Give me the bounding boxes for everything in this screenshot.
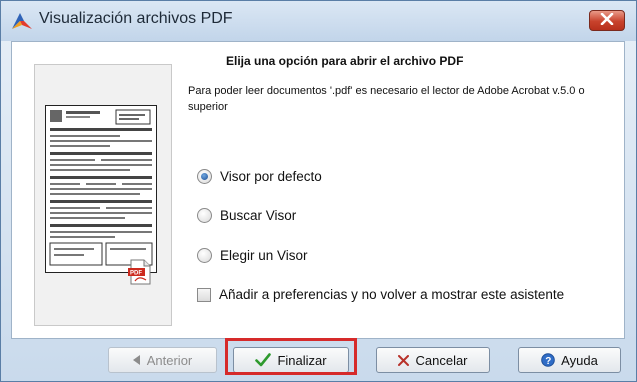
window-title: Visualización archivos PDF [39, 10, 233, 27]
radio-selected-icon[interactable] [197, 169, 212, 184]
triangle-left-icon [132, 355, 141, 365]
finish-button-highlight [225, 338, 357, 375]
close-icon [600, 12, 614, 30]
document-thumbnail [45, 105, 157, 273]
checkbox-icon[interactable] [197, 287, 211, 302]
svg-text:PDF: PDF [130, 271, 142, 277]
option-label: Visor por defecto [220, 169, 322, 184]
previous-label: Anterior [146, 352, 193, 368]
option-choose-viewer[interactable]: Elegir un Visor [197, 248, 308, 263]
cancel-button[interactable]: Cancelar [376, 347, 490, 373]
question-icon: ? [541, 353, 555, 367]
radio-icon[interactable] [197, 208, 212, 223]
option-search-viewer[interactable]: Buscar Visor [197, 208, 296, 223]
document-preview-panel: PDF [34, 64, 172, 326]
remember-preference-checkbox[interactable]: Añadir a preferencias y no volver a most… [197, 287, 564, 302]
title-bar[interactable]: Visualización archivos PDF [1, 1, 636, 41]
pdf-file-icon: PDF [127, 259, 153, 285]
help-button[interactable]: ? Ayuda [518, 347, 621, 373]
option-label: Buscar Visor [220, 208, 297, 223]
cancel-label: Cancelar [415, 352, 468, 368]
svg-text:?: ? [545, 356, 551, 367]
previous-button[interactable]: Anterior [108, 347, 217, 373]
close-button[interactable] [589, 10, 625, 31]
options-heading: Elija una opción para abrir el archivo P… [226, 54, 464, 68]
checkbox-label: Añadir a preferencias y no volver a most… [219, 287, 565, 302]
option-label: Elegir un Visor [220, 248, 308, 263]
cross-icon [398, 354, 410, 366]
dialog-window: Visualización archivos PDF PDF Elija una… [0, 0, 637, 382]
app-logo-icon [11, 11, 33, 31]
radio-icon[interactable] [197, 248, 212, 263]
option-default-viewer[interactable]: Visor por defecto [197, 169, 322, 184]
requirements-description: Para poder leer documentos '.pdf' es nec… [188, 85, 585, 113]
help-label: Ayuda [561, 352, 598, 368]
